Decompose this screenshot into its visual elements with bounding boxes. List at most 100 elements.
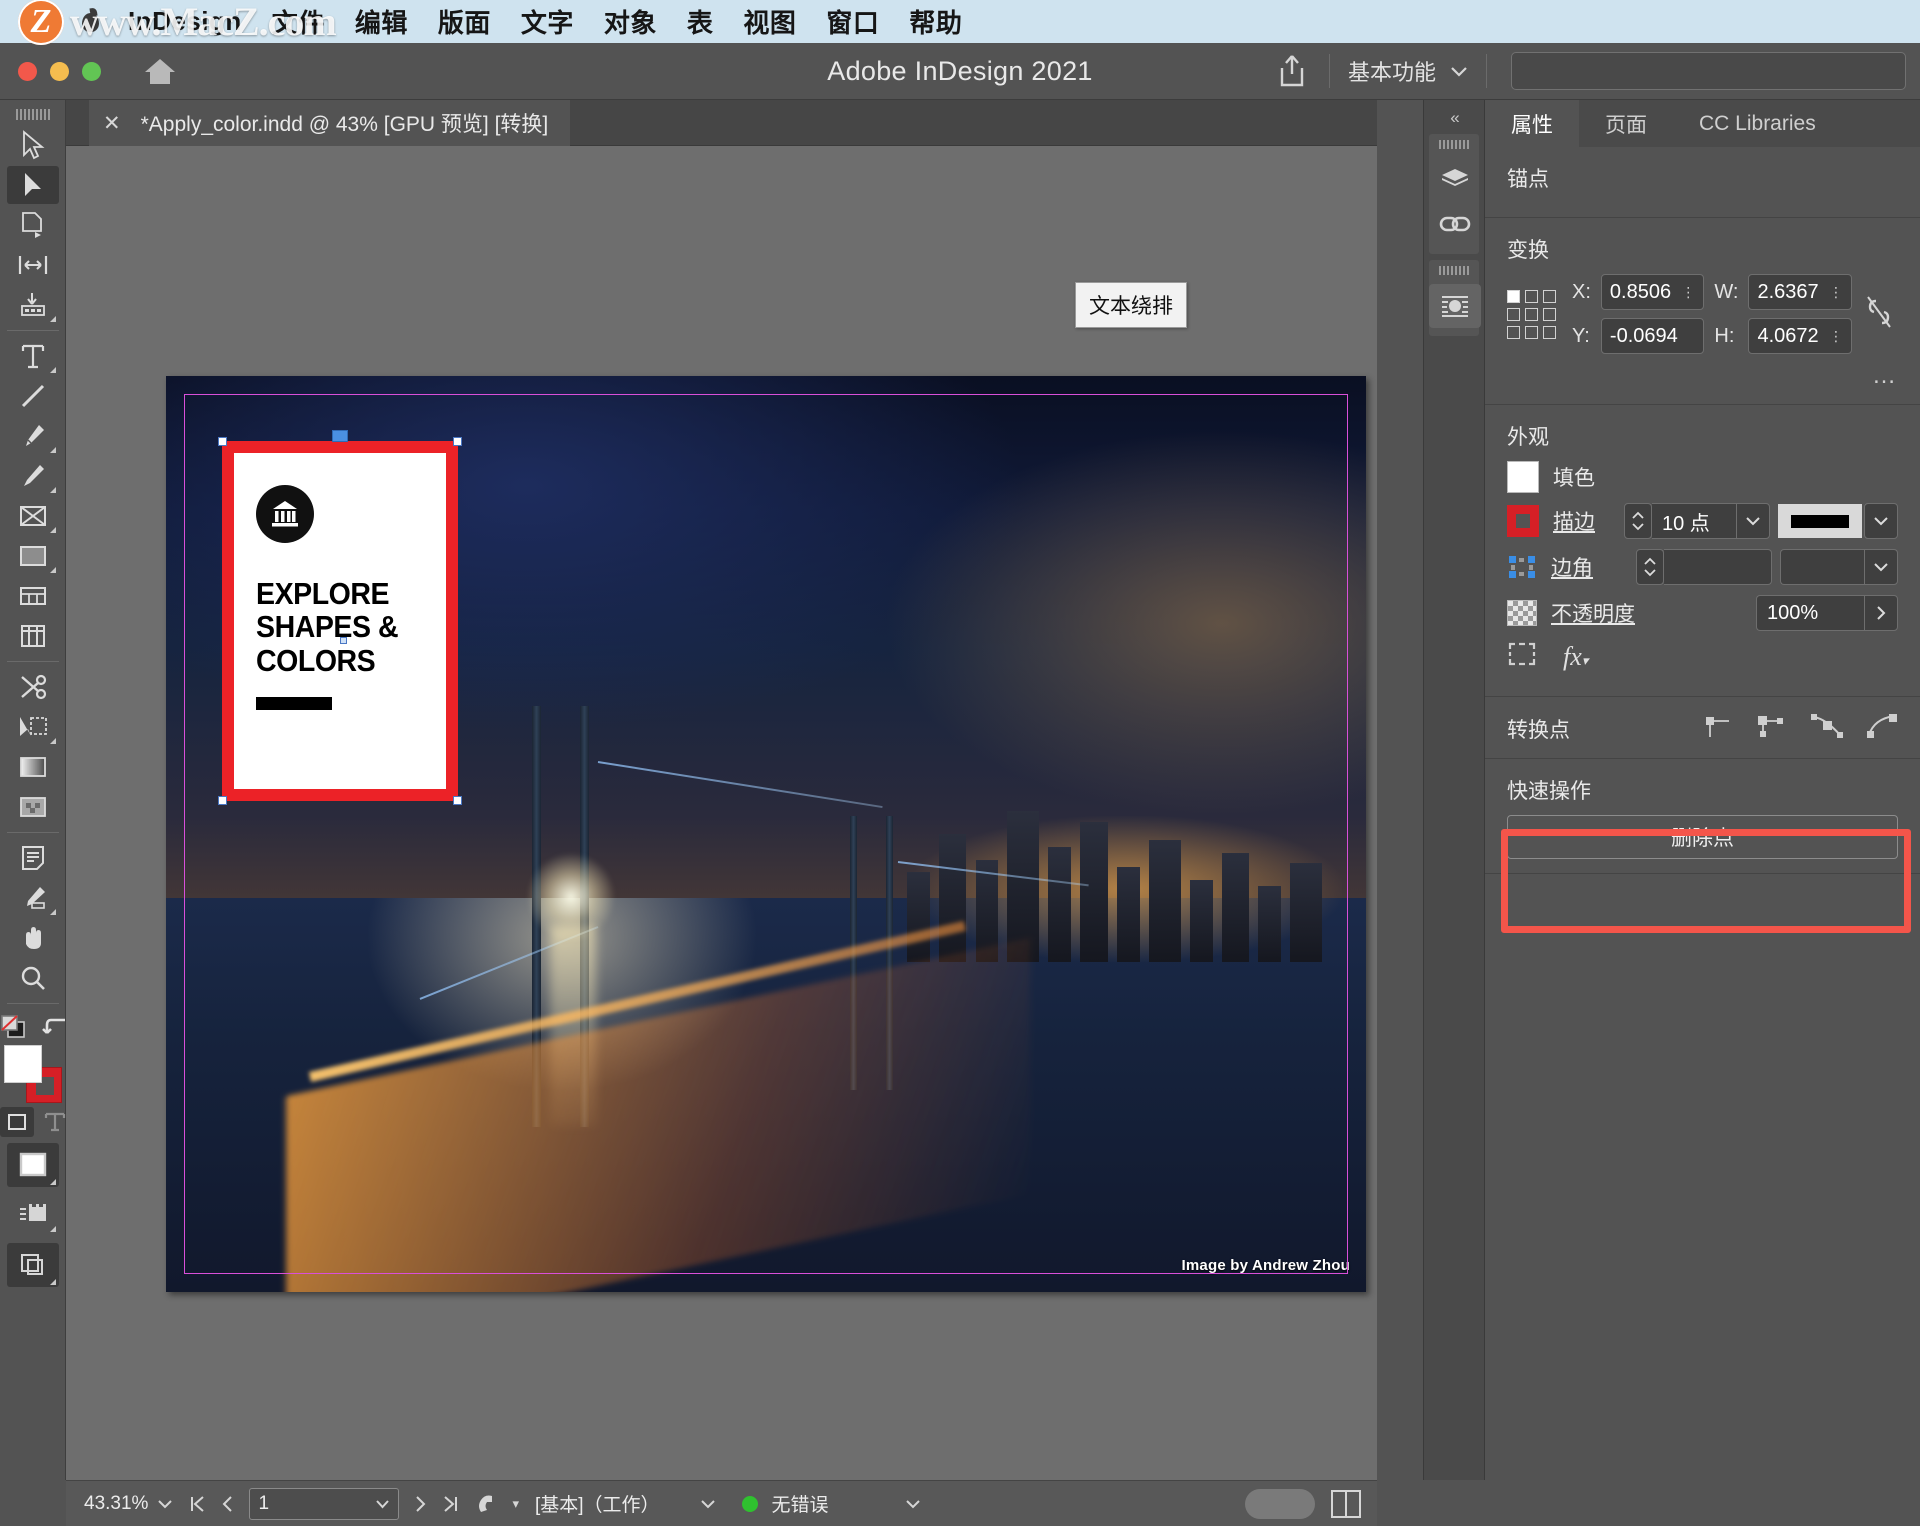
- window-controls[interactable]: [18, 61, 101, 81]
- menu-app-name[interactable]: InDesign: [128, 6, 242, 37]
- home-icon[interactable]: [143, 56, 177, 86]
- format-text-button[interactable]: [44, 1111, 66, 1133]
- more-dots-icon[interactable]: …: [1507, 354, 1898, 390]
- menu-item-view[interactable]: 视图: [743, 3, 796, 40]
- apply-color-button[interactable]: [6, 1143, 59, 1187]
- tab-properties[interactable]: 属性: [1485, 100, 1579, 147]
- close-icon[interactable]: ✕: [103, 113, 121, 134]
- selection-handle-bl[interactable]: [218, 796, 227, 805]
- tab-pages[interactable]: 页面: [1579, 100, 1673, 147]
- text-wrap-panel-icon[interactable]: [1429, 284, 1481, 328]
- convert-smooth-icon[interactable]: [1810, 713, 1844, 744]
- type-tool[interactable]: [7, 337, 59, 375]
- w-stepper-icon[interactable]: ⋮: [1829, 284, 1843, 301]
- frame-tool[interactable]: [7, 497, 59, 535]
- opacity-flyout-icon[interactable]: [1864, 595, 1898, 631]
- collapse-chevrons-icon[interactable]: «: [1424, 100, 1484, 128]
- opacity-value[interactable]: 100%: [1756, 595, 1864, 631]
- page-tool[interactable]: [7, 206, 59, 244]
- page-navigation[interactable]: 1: [181, 1487, 467, 1520]
- fill-swatch[interactable]: [3, 1045, 42, 1083]
- pencil-tool[interactable]: [7, 457, 59, 495]
- opacity-label[interactable]: 不透明度: [1551, 598, 1635, 628]
- stroke-style-preview[interactable]: [1778, 504, 1862, 538]
- menu-item-file[interactable]: 文件: [272, 3, 325, 40]
- convert-plain-icon[interactable]: [1754, 713, 1788, 744]
- fx-icon[interactable]: fx▾: [1563, 642, 1588, 672]
- stroke-weight-stepper[interactable]: [1624, 503, 1652, 539]
- preflight-profile-dropdown[interactable]: [897, 1499, 929, 1509]
- page-number-input[interactable]: 1: [249, 1487, 400, 1520]
- maximize-window-button[interactable]: [82, 61, 101, 81]
- prev-page-icon[interactable]: [221, 1495, 233, 1513]
- direct-selection-tool[interactable]: [6, 166, 59, 204]
- corner-value[interactable]: [1664, 549, 1772, 585]
- hand-tool[interactable]: [7, 919, 59, 957]
- zoom-control[interactable]: 43.31%: [76, 1493, 181, 1515]
- x-field[interactable]: 0.8506 ⋮: [1600, 274, 1705, 310]
- corner-style-dropdown-icon[interactable]: [1864, 549, 1898, 585]
- layers-panel-icon[interactable]: [1429, 158, 1481, 202]
- corner-effects-icon[interactable]: [1507, 641, 1537, 672]
- tab-cc-libraries[interactable]: CC Libraries: [1673, 100, 1842, 147]
- eyedropper-tool[interactable]: [7, 879, 59, 917]
- search-input[interactable]: [1511, 52, 1906, 90]
- note-tool[interactable]: [7, 839, 59, 877]
- anchor-handle-active[interactable]: [332, 430, 348, 442]
- menu-item-object[interactable]: 对象: [604, 3, 657, 40]
- menu-item-table[interactable]: 表: [687, 3, 714, 40]
- dock-grip-1[interactable]: [1439, 140, 1469, 150]
- column-tool[interactable]: [7, 617, 59, 655]
- screen-mode-button[interactable]: [6, 1243, 59, 1287]
- stroke-style-dropdown-icon[interactable]: [1864, 503, 1898, 539]
- gap-tool[interactable]: [7, 246, 59, 284]
- dock-grip-2[interactable]: [1439, 266, 1469, 276]
- preflight-status[interactable]: 无错误: [734, 1490, 837, 1517]
- line-tool[interactable]: [7, 377, 59, 415]
- y-field[interactable]: -0.0694: [1600, 318, 1705, 354]
- close-window-button[interactable]: [18, 61, 37, 81]
- selection-handle-tl[interactable]: [218, 437, 227, 446]
- corner-stepper[interactable]: [1636, 549, 1664, 585]
- broken-link-icon[interactable]: [1864, 295, 1898, 334]
- links-panel-icon[interactable]: [1429, 202, 1481, 246]
- stroke-color-swatch[interactable]: [1507, 505, 1539, 537]
- gradient-swatch-tool[interactable]: [7, 748, 59, 786]
- workspace-selector[interactable]: 基本功能: [1340, 55, 1476, 87]
- delete-point-button[interactable]: 删除点: [1507, 815, 1898, 859]
- normal-view-mode-button[interactable]: [7, 1196, 59, 1234]
- menu-item-window[interactable]: 窗口: [826, 3, 879, 40]
- first-page-icon[interactable]: [189, 1495, 205, 1513]
- master-page-selector[interactable]: [基本]（工作）: [527, 1490, 724, 1517]
- menu-item-edit[interactable]: 编辑: [355, 3, 408, 40]
- minimize-window-button[interactable]: [50, 61, 69, 81]
- none-slash-icon[interactable]: [0, 1013, 29, 1041]
- preflight-icon[interactable]: ▾: [467, 1492, 527, 1516]
- menu-item-help[interactable]: 帮助: [909, 3, 962, 40]
- apple-logo-icon[interactable]: [78, 7, 104, 37]
- next-page-icon[interactable]: [415, 1495, 427, 1513]
- selection-handle-br[interactable]: [453, 796, 462, 805]
- content-collector-tool[interactable]: [7, 286, 59, 324]
- h-stepper-icon[interactable]: ⋮: [1829, 328, 1843, 345]
- x-stepper-icon[interactable]: ⋮: [1681, 284, 1695, 301]
- document-tab[interactable]: ✕ *Apply_color.indd @ 43% [GPU 预览] [转换]: [89, 100, 571, 146]
- pen-tool[interactable]: [7, 417, 59, 455]
- format-container-button[interactable]: [0, 1107, 34, 1137]
- menu-item-type[interactable]: 文字: [521, 3, 574, 40]
- fill-color-swatch[interactable]: [1507, 461, 1539, 493]
- menu-item-layout[interactable]: 版面: [438, 3, 491, 40]
- gradient-feather-tool[interactable]: [7, 788, 59, 826]
- free-transform-tool[interactable]: [7, 708, 59, 746]
- convert-corner-icon[interactable]: [1702, 713, 1732, 744]
- swap-arrow-icon[interactable]: [41, 1015, 67, 1039]
- anchor-point-center[interactable]: [340, 637, 347, 644]
- corner-style-box[interactable]: [1780, 549, 1864, 585]
- zoom-tool[interactable]: [7, 959, 59, 997]
- fill-stroke-proxy[interactable]: [3, 1045, 62, 1103]
- selected-frame[interactable]: EXPLORE SHAPES & COLORS: [218, 430, 462, 805]
- share-icon[interactable]: [1265, 54, 1319, 88]
- corner-options-icon[interactable]: [1507, 554, 1537, 580]
- corner-label[interactable]: 边角: [1551, 552, 1593, 582]
- stroke-weight-dropdown-icon[interactable]: [1736, 503, 1770, 539]
